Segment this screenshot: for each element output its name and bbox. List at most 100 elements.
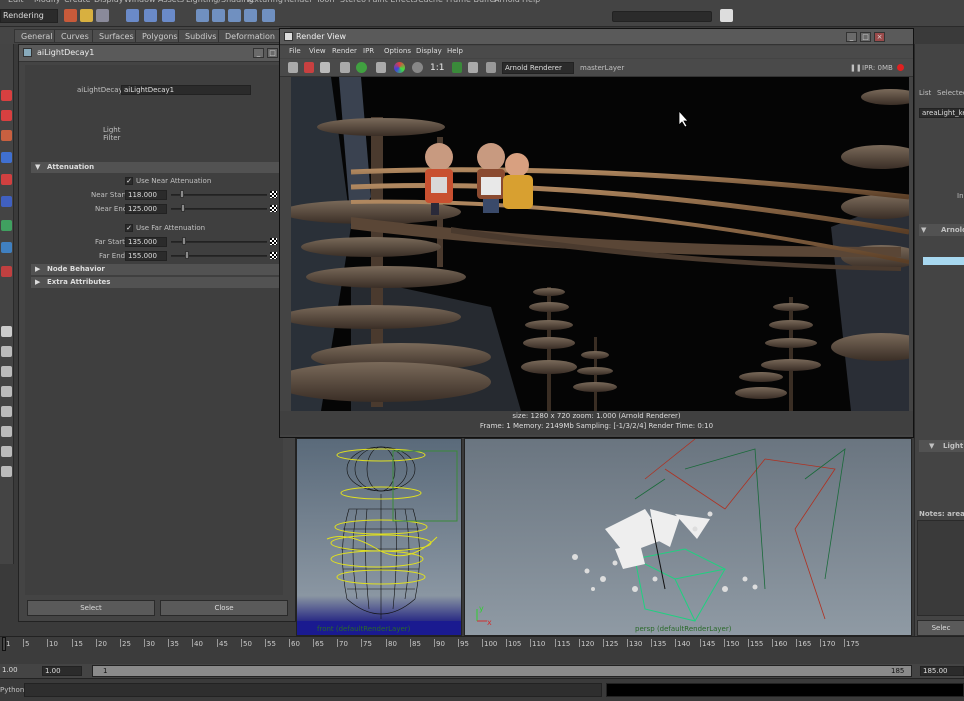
command-input[interactable] bbox=[24, 683, 602, 697]
menu-display[interactable]: Display bbox=[94, 0, 124, 4]
select-button[interactable]: Select bbox=[27, 600, 155, 616]
render-menu-file[interactable]: File bbox=[289, 47, 301, 55]
renderer-select[interactable]: Arnold Renderer bbox=[502, 62, 574, 74]
near-end-slider[interactable] bbox=[171, 208, 267, 210]
snap-point-icon[interactable] bbox=[228, 9, 241, 22]
shelf-tab-curves[interactable]: Curves bbox=[54, 29, 96, 43]
far-start-field[interactable]: 135.000 bbox=[125, 237, 167, 247]
real-size-button[interactable]: 1:1 bbox=[430, 63, 444, 73]
node-behavior-section-header[interactable]: ▶ Node Behavior bbox=[31, 264, 279, 275]
menu-lighting-shading[interactable]: Lighting/Shading bbox=[186, 0, 254, 4]
near-start-slider-handle[interactable] bbox=[180, 190, 184, 198]
rotate-tool-icon[interactable] bbox=[1, 174, 12, 185]
menu-window[interactable]: Window bbox=[124, 0, 156, 4]
far-start-slider-handle[interactable] bbox=[182, 237, 186, 245]
refresh-ipr-icon[interactable] bbox=[356, 62, 367, 73]
render-layout-icon[interactable] bbox=[1, 446, 12, 457]
use-far-checkbox[interactable]: ✓ bbox=[125, 224, 133, 232]
custom-layout-icon[interactable] bbox=[1, 466, 12, 477]
rgb-channels-icon[interactable] bbox=[394, 62, 405, 73]
close-window-button[interactable]: × bbox=[874, 32, 885, 42]
outliner-layout-icon[interactable] bbox=[1, 386, 12, 397]
shelf-tab-subdivs[interactable]: Subdivs bbox=[178, 29, 224, 43]
snapshot-icon[interactable] bbox=[320, 62, 330, 73]
far-end-slider-handle[interactable] bbox=[185, 251, 189, 259]
graph-layout-icon[interactable] bbox=[1, 406, 12, 417]
menu-paint-effects[interactable]: Paint Effects bbox=[368, 0, 418, 4]
near-start-slider[interactable] bbox=[171, 194, 267, 196]
snap-view-icon[interactable] bbox=[262, 9, 275, 22]
minimize-button[interactable]: _ bbox=[846, 32, 857, 42]
open-scene-icon[interactable] bbox=[80, 9, 93, 22]
current-time-marker[interactable] bbox=[2, 637, 6, 651]
render-menu-options[interactable]: Options bbox=[384, 47, 411, 55]
snap-curve-icon[interactable] bbox=[212, 9, 225, 22]
select-tool-icon[interactable] bbox=[1, 90, 12, 101]
use-near-checkbox[interactable]: ✓ bbox=[125, 177, 133, 185]
minimize-button[interactable]: _ bbox=[253, 48, 264, 58]
select-component-icon[interactable] bbox=[162, 9, 175, 22]
extra-attributes-section-header[interactable]: ▶ Extra Attributes bbox=[31, 277, 279, 288]
render-menu-ipr[interactable]: IPR bbox=[363, 47, 374, 55]
near-end-map-button[interactable] bbox=[270, 205, 277, 212]
arnold-section-header[interactable]: ▼ Arnold bbox=[919, 224, 964, 236]
render-layer-label[interactable]: masterLayer bbox=[580, 64, 624, 72]
menu-help[interactable]: Help bbox=[522, 0, 540, 4]
close-button[interactable]: Close bbox=[160, 600, 288, 616]
hypershade-layout-icon[interactable] bbox=[1, 426, 12, 437]
render-menu-display[interactable]: Display bbox=[416, 47, 442, 55]
shelf-tab-surfaces[interactable]: Surfaces bbox=[92, 29, 141, 43]
list-menu[interactable]: List bbox=[919, 89, 931, 97]
menu-toon[interactable]: Toon bbox=[316, 0, 334, 4]
manipulator-tool-icon[interactable] bbox=[1, 220, 12, 231]
select-hierarchy-icon[interactable] bbox=[126, 9, 139, 22]
menu-assets[interactable]: Assets bbox=[158, 0, 184, 4]
menu-edit[interactable]: Edit bbox=[8, 0, 24, 4]
menu-cache[interactable]: Cache bbox=[418, 0, 443, 4]
menu-render[interactable]: Render bbox=[284, 0, 312, 4]
shelf-tab-general[interactable]: General bbox=[14, 29, 60, 43]
near-start-field[interactable]: 118.000 bbox=[125, 190, 167, 200]
keep-image-icon[interactable] bbox=[452, 62, 462, 73]
attenuation-section-header[interactable]: ▼ Attenuation bbox=[31, 162, 279, 173]
quick-select-field[interactable] bbox=[612, 11, 712, 22]
redo-render-icon[interactable] bbox=[288, 62, 298, 73]
playback-start-field[interactable]: 1.00 bbox=[42, 666, 82, 676]
two-pane-layout-icon[interactable] bbox=[1, 366, 12, 377]
rendered-image[interactable] bbox=[291, 77, 909, 411]
single-pane-layout-icon[interactable] bbox=[1, 326, 12, 337]
scale-tool-icon[interactable] bbox=[1, 196, 12, 207]
range-slider[interactable]: 1 185 bbox=[92, 665, 912, 677]
save-scene-icon[interactable] bbox=[96, 9, 109, 22]
menu-set-select[interactable]: Rendering bbox=[0, 9, 58, 23]
pause-ipr-icon[interactable]: ❚❚ bbox=[850, 64, 862, 72]
display-settings-icon[interactable] bbox=[486, 62, 496, 73]
time-slider[interactable]: 1 5 10 15 20 25 30 35 40 45 50 55 60 65 70 75 80 85 90 95 10… bbox=[0, 636, 964, 664]
persp-viewport[interactable]: y x persp (defaultRenderLayer) bbox=[464, 438, 912, 636]
render-region-icon[interactable] bbox=[304, 62, 314, 73]
node-name-field[interactable]: aiLightDecay1 bbox=[121, 85, 251, 95]
render-view-titlebar[interactable]: Render View _ □ × bbox=[280, 29, 913, 45]
notes-field[interactable] bbox=[917, 520, 964, 616]
start-time-field[interactable]: 1.00 bbox=[0, 666, 38, 676]
last-tool-icon[interactable] bbox=[1, 266, 12, 277]
menu-stereo[interactable]: Stereo bbox=[340, 0, 366, 4]
paint-tool-icon[interactable] bbox=[1, 130, 12, 141]
near-end-slider-handle[interactable] bbox=[181, 204, 185, 212]
menu-texturing[interactable]: Texturing bbox=[246, 0, 283, 4]
alpha-channel-icon[interactable] bbox=[412, 62, 423, 73]
shelf-tab-deformation[interactable]: Deformation bbox=[218, 29, 282, 43]
maximize-button[interactable]: □ bbox=[860, 32, 871, 42]
selected-node-field[interactable]: areaLight_key bbox=[919, 108, 964, 118]
lasso-tool-icon[interactable] bbox=[1, 110, 12, 121]
ipr-render-icon[interactable] bbox=[340, 62, 350, 73]
far-end-map-button[interactable] bbox=[270, 252, 277, 259]
maximize-button[interactable]: □ bbox=[267, 48, 278, 58]
menu-create[interactable]: Create bbox=[64, 0, 91, 4]
near-end-field[interactable]: 125.000 bbox=[125, 204, 167, 214]
script-language-label[interactable]: Python bbox=[0, 686, 24, 694]
light-filter-section-header[interactable]: ▼ Light F bbox=[919, 440, 964, 452]
move-tool-icon[interactable] bbox=[1, 152, 12, 163]
menu-arnold[interactable]: Arnold bbox=[494, 0, 520, 4]
menu-frame-buffer[interactable]: Frame Buffer bbox=[446, 0, 498, 4]
